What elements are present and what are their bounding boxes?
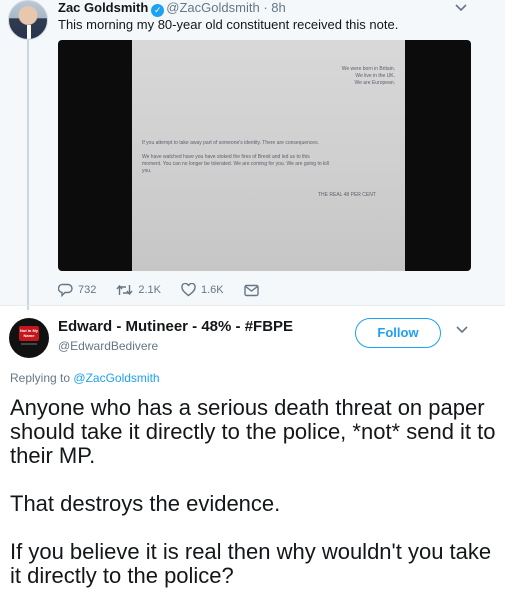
replying-to: Replying to @ZacGoldsmith xyxy=(10,371,160,385)
reply-button[interactable]: 732 xyxy=(58,283,96,297)
tweet-paragraph: That destroys the evidence. xyxy=(10,491,281,516)
tweet-text: This morning my 80-year old constituent … xyxy=(58,17,399,32)
note-line: We are European. xyxy=(354,80,396,86)
tweet-text: Anyone who has a serious death threat on… xyxy=(10,396,500,600)
replying-label: Replying to xyxy=(10,371,71,385)
retweet-count: 2.1K xyxy=(138,284,161,296)
reply-icon xyxy=(58,283,73,297)
note-line: We live in the UK. xyxy=(355,73,395,79)
note-paper: We were born in Britain. We live in the … xyxy=(132,40,405,271)
retweet-icon xyxy=(116,284,133,296)
tweet-paragraph: Anyone who has a serious death threat on… xyxy=(10,395,496,468)
tweet-header: Zac Goldsmith ✓ @ZacGoldsmith · 8h xyxy=(58,0,286,17)
note-line: We have watched have you have stoked the… xyxy=(142,154,310,160)
author-handle[interactable]: @EdwardBedivere xyxy=(58,338,158,354)
author-name[interactable]: Edward - Mutineer - 48% - #FBPE xyxy=(58,317,293,337)
like-icon xyxy=(181,283,196,297)
follow-button[interactable]: Follow xyxy=(355,318,441,348)
direct-message-button[interactable] xyxy=(243,284,264,297)
avatar-badge: Not In My Name xyxy=(19,326,39,341)
like-button[interactable]: 1.6K xyxy=(181,283,224,297)
chevron-down-icon[interactable] xyxy=(456,326,468,334)
like-count: 1.6K xyxy=(201,284,224,296)
mention-link[interactable]: @ZacGoldsmith xyxy=(73,371,159,385)
note-line: moment. You can no longer be tolerated. … xyxy=(142,161,329,167)
reply-count: 732 xyxy=(78,284,97,296)
parent-tweet[interactable]: Zac Goldsmith ✓ @ZacGoldsmith · 8h This mo… xyxy=(0,0,505,310)
author-handle[interactable]: @ZacGoldsmith xyxy=(166,0,259,15)
divider xyxy=(0,305,505,306)
retweet-button[interactable]: 2.1K xyxy=(116,283,161,297)
dm-icon xyxy=(243,284,259,296)
avatar[interactable] xyxy=(8,0,48,40)
tweet-time[interactable]: · 8h xyxy=(263,0,285,15)
note-line: We were born in Britain. xyxy=(341,66,395,72)
note-signature: THE REAL 48 PER CENT xyxy=(318,192,376,198)
chevron-down-icon[interactable] xyxy=(455,4,467,12)
author-name[interactable]: Zac Goldsmith xyxy=(58,0,148,15)
note-line: If you attempt to take away part of some… xyxy=(142,140,319,146)
note-line: you. xyxy=(142,168,152,174)
tweet-actions: 732 2.1K 1.6K xyxy=(58,281,284,299)
avatar[interactable]: Not In My Name xyxy=(9,318,49,358)
tweet-paragraph: If you believe it is real then why would… xyxy=(10,539,492,588)
thread-line xyxy=(27,40,29,310)
tweet-photo[interactable]: We were born in Britain. We live in the … xyxy=(58,40,471,271)
